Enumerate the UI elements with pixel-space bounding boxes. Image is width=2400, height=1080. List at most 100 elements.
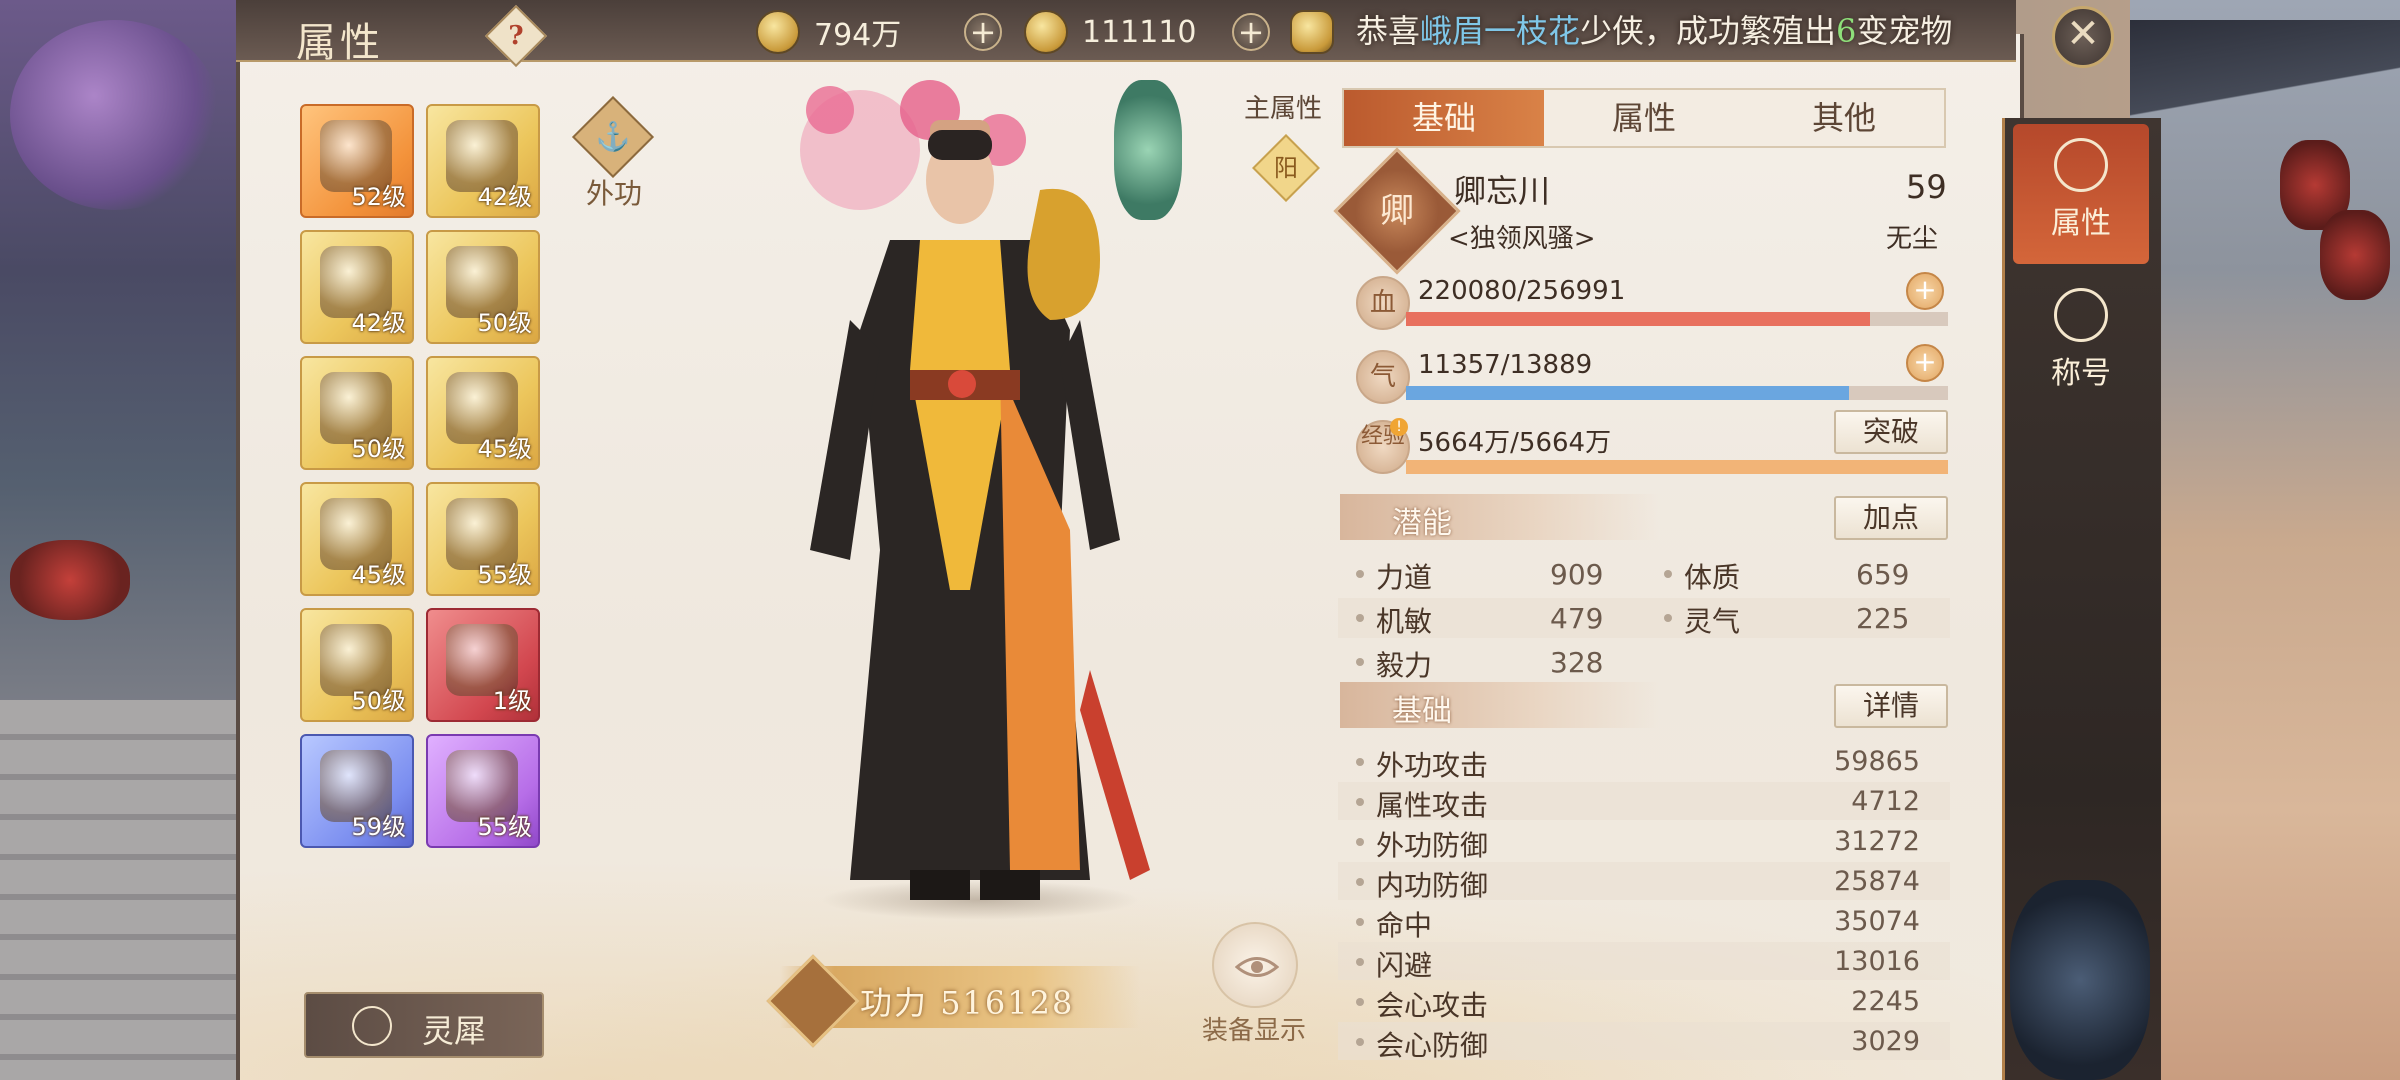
equipment-slot[interactable]: 52级 [300, 104, 414, 218]
add-coins-button[interactable]: + [964, 13, 1002, 51]
character-server: 无尘 [1886, 224, 1939, 254]
stat-name: 命中 [1376, 909, 1433, 942]
equipment-level: 55级 [477, 813, 532, 841]
stat-name: 毅力 [1376, 649, 1433, 682]
add-hp-button[interactable]: + [1906, 272, 1944, 310]
breakthrough-button[interactable]: 突破 [1834, 410, 1948, 454]
equipment-slot[interactable]: 1级 [426, 608, 540, 722]
equipment-slot[interactable]: 55级 [426, 734, 540, 848]
stat-name: 外功防御 [1376, 829, 1489, 862]
jade-ornament [1114, 80, 1182, 220]
equipment-slot[interactable]: 50级 [300, 608, 414, 722]
add-points-button[interactable]: 加点 [1834, 496, 1948, 540]
equipment-level: 42级 [351, 309, 406, 337]
alert-icon: ! [1390, 418, 1408, 436]
bullet [1664, 614, 1672, 622]
stat-value: 59865 [1834, 746, 1920, 777]
stat-value: 479 [1550, 602, 1604, 635]
exp-value: 5664万/5664万 [1418, 428, 1612, 458]
silver-coin-icon [1024, 10, 1068, 54]
tab-other[interactable]: 其他 [1744, 90, 1944, 146]
equipment-level: 45级 [477, 435, 532, 463]
close-button[interactable]: ✕ [2052, 6, 2114, 68]
hp-badge: 血 [1356, 276, 1410, 330]
bullet [1356, 958, 1364, 966]
equipment-level: 59级 [351, 813, 406, 841]
stat-value: 328 [1550, 646, 1604, 679]
stat-name: 属性攻击 [1376, 789, 1489, 822]
currency-silver: 111110 + [1024, 10, 1270, 54]
bullet [1356, 878, 1364, 886]
exp-bar [1406, 460, 1948, 474]
stat-name: 外功攻击 [1376, 749, 1489, 782]
broadcast-prefix: 恭喜 [1356, 12, 1421, 50]
equipment-slot[interactable]: 50级 [426, 230, 540, 344]
equip-display-button[interactable] [1212, 922, 1298, 1008]
bullet [1356, 798, 1364, 806]
bullet [1356, 614, 1364, 622]
stat-name: 力道 [1376, 561, 1433, 594]
equipment-slot[interactable]: 42级 [426, 104, 540, 218]
add-silver-button[interactable]: + [1232, 13, 1270, 51]
bullet [1356, 998, 1364, 1006]
add-mp-button[interactable]: + [1906, 344, 1944, 382]
stat-value: 25874 [1834, 866, 1920, 897]
equipment-slot[interactable]: 55级 [426, 482, 540, 596]
mp-value: 11357/13889 [1418, 350, 1593, 380]
power-display: 功力 516128 [860, 984, 1075, 1022]
equipment-level: 50级 [351, 687, 406, 715]
stat-name: 内功防御 [1376, 869, 1489, 902]
basic-stat-row: 命中 35074 [1338, 902, 1950, 942]
school-label: 外功 [586, 177, 643, 210]
equipment-slot[interactable]: 45级 [300, 482, 414, 596]
potential-row: 机敏 479 灵气 225 [1338, 598, 1950, 638]
bullet [1356, 658, 1364, 666]
equip-display-label: 装备显示 [1202, 1016, 1307, 1046]
red-lantern [2320, 210, 2390, 300]
side-tab-title[interactable]: 称号 [2013, 274, 2149, 414]
character-level: 59 [1906, 168, 1947, 206]
bullet [1356, 1038, 1364, 1046]
equipment-level: 50级 [477, 309, 532, 337]
side-tab-attribute[interactable]: 属性 [2013, 124, 2149, 264]
details-button[interactable]: 详情 [1834, 684, 1948, 728]
linxi-icon [352, 1006, 392, 1046]
background-right-scenery [2130, 0, 2400, 1080]
tab-basic[interactable]: 基础 [1344, 90, 1544, 146]
broadcast-count: 6 [1836, 12, 1857, 50]
mp-bar [1406, 386, 1948, 400]
hp-value: 220080/256991 [1418, 276, 1626, 306]
mp-bar-fill [1406, 386, 1850, 400]
tab-attribute[interactable]: 属性 [1544, 90, 1744, 146]
character-title: <独领风骚> [1448, 224, 1596, 254]
basic-stat-row: 属性攻击 4712 [1338, 782, 1950, 822]
basic-stat-row: 闪避 13016 [1338, 942, 1950, 982]
basic-stat-row: 内功防御 25874 [1338, 862, 1950, 902]
basic-stat-row: 会心防御 3029 [1338, 1022, 1950, 1062]
school-emblem-icon: 卿 [1380, 191, 1414, 231]
equipment-slot[interactable]: 45级 [426, 356, 540, 470]
equipment-level: 50级 [351, 435, 406, 463]
potential-row: 毅力 328 [1338, 642, 1950, 682]
stone-stairs [0, 700, 240, 1080]
bullet [1356, 918, 1364, 926]
equipment-slot[interactable]: 50级 [300, 356, 414, 470]
linxi-button[interactable]: 灵犀 [304, 992, 544, 1058]
copper-coin-icon [756, 10, 800, 54]
equipment-slot[interactable]: 42级 [300, 230, 414, 344]
equipment-level: 52级 [351, 183, 406, 211]
stat-value: 659 [1856, 558, 1910, 591]
stat-value: 13016 [1834, 946, 1920, 977]
helmet-icon [2054, 138, 2108, 192]
equipment-slot[interactable]: 59级 [300, 734, 414, 848]
broadcast-middle: 少侠，成功繁殖出 [1580, 12, 1837, 50]
hp-bar [1406, 312, 1948, 326]
blossom-tree [10, 20, 220, 210]
equipment-level: 55级 [477, 561, 532, 589]
pavilion-roof [2130, 20, 2400, 130]
eye-icon [1235, 957, 1279, 977]
emblem-icon [2054, 288, 2108, 342]
stat-value: 35074 [1834, 906, 1920, 937]
potential-header: 潜能 [1340, 494, 1660, 541]
dragon-decoration [2010, 880, 2150, 1080]
